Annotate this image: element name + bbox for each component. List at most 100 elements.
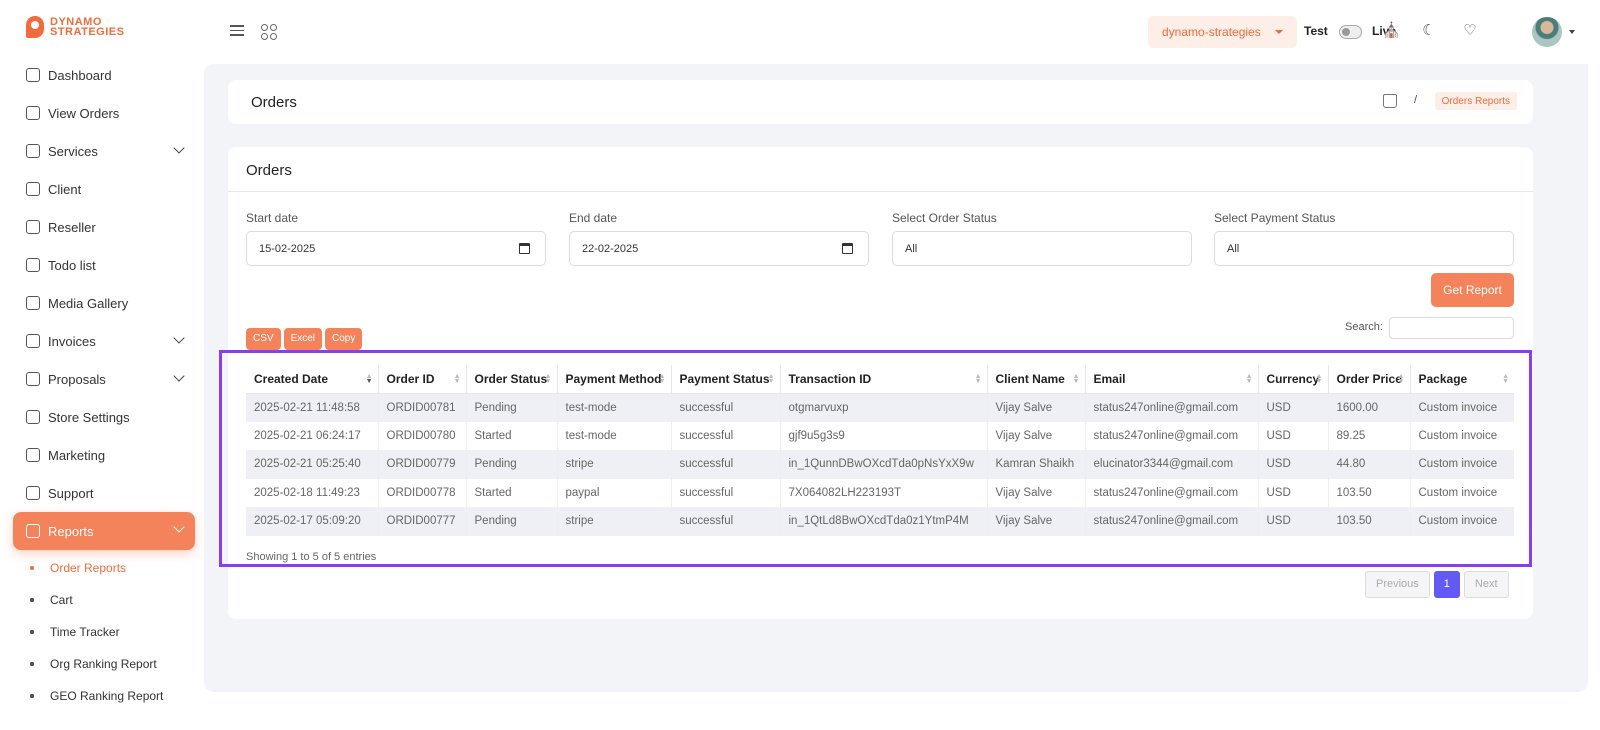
excel-button[interactable]: Excel <box>283 328 323 350</box>
subnav-item-cart[interactable]: Cart <box>30 584 163 616</box>
reseller-icon <box>26 220 40 234</box>
next-page-button[interactable]: Next <box>1463 571 1509 598</box>
subnav-item-label: Order Reports <box>50 561 127 575</box>
start-date-input[interactable]: 15-02-2025 <box>246 231 546 266</box>
subnav-item-label: GEO Ranking Report <box>50 689 164 703</box>
payment-status-value: All <box>1227 243 1240 255</box>
end-date-filter: End date 22-02-2025 <box>569 211 869 266</box>
store-icon[interactable]: ⛪ <box>1382 22 1401 40</box>
proposal-icon <box>26 372 40 386</box>
chevron-down-icon[interactable] <box>173 370 185 382</box>
start-date-value: 15-02-2025 <box>259 243 316 255</box>
table-highlight-box <box>219 350 1532 567</box>
payment-status-label: Select Payment Status <box>1214 211 1336 225</box>
pagination: Previous 1 Next <box>1365 571 1509 598</box>
sidebar-item-marketing[interactable]: Marketing <box>13 436 195 474</box>
page-header: Orders / Orders Reports <box>228 80 1533 124</box>
sidebar-item-client[interactable]: Client <box>13 170 195 208</box>
bullet-icon <box>30 662 34 666</box>
sidebar-item-label: Todo list <box>48 257 96 273</box>
previous-page-button[interactable]: Previous <box>1365 571 1430 598</box>
sidebar-item-invoices[interactable]: Invoices <box>13 322 195 360</box>
todo-icon <box>26 258 40 272</box>
payment-status-select[interactable]: All <box>1214 231 1514 266</box>
caret-down-icon <box>1275 30 1283 34</box>
bullet-icon <box>30 598 34 602</box>
page-title: Orders <box>251 94 297 111</box>
sidebar-item-label: Media Gallery <box>48 295 129 311</box>
brand-line2: STRATEGIES <box>50 26 125 38</box>
basket-icon <box>26 106 40 120</box>
notification-icon[interactable]: ♡ <box>1461 22 1479 40</box>
sidebar-item-media-gallery[interactable]: Media Gallery <box>13 284 195 322</box>
sidebar-item-services[interactable]: Services <box>13 132 195 170</box>
dark-mode-icon[interactable]: ☾ <box>1420 22 1438 40</box>
sidebar-item-label: Invoices <box>48 333 96 349</box>
card-title: Orders <box>246 162 292 179</box>
sidebar-item-reseller[interactable]: Reseller <box>13 208 195 246</box>
report-icon <box>26 524 40 538</box>
sidebar-item-dashboard[interactable]: Dashboard <box>13 56 195 94</box>
chevron-down-icon[interactable] <box>173 142 185 154</box>
search-label: Search: <box>1345 321 1383 333</box>
end-date-input[interactable]: 22-02-2025 <box>569 231 869 266</box>
chevron-down-icon[interactable] <box>173 332 185 344</box>
mode-test-label: Test <box>1304 24 1328 38</box>
subnav-item-label: Time Tracker <box>50 625 120 639</box>
subnav-item-time-tracker[interactable]: Time Tracker <box>30 616 163 648</box>
avatar-caret-icon[interactable] <box>1569 30 1575 34</box>
sidebar-item-label: Marketing <box>48 447 106 463</box>
sidebar-nav: Dashboard View Orders Services Client Resell… <box>13 56 195 550</box>
sidebar-item-store-settings[interactable]: Store Settings <box>13 398 195 436</box>
breadcrumb-current: Orders Reports <box>1434 92 1517 110</box>
menu-toggle-icon[interactable] <box>230 25 244 39</box>
export-buttons: CSV Excel Copy <box>246 328 363 350</box>
sidebar-item-label: Store Settings <box>48 409 130 425</box>
gallery-icon <box>26 296 40 310</box>
sidebar-item-reports[interactable]: Reports <box>13 512 195 550</box>
sidebar-item-label: Proposals <box>48 371 106 387</box>
calendar-icon[interactable] <box>842 243 853 254</box>
top-bar: dynamo-strategies Test Live ⛪ ☾ ♡ <box>208 0 1600 64</box>
divider <box>228 191 1533 192</box>
sidebar-item-todo-list[interactable]: Todo list <box>13 246 195 284</box>
subnav-item-org-ranking-report[interactable]: Org Ranking Report <box>30 648 163 680</box>
sidebar-item-view-orders[interactable]: View Orders <box>13 94 195 132</box>
get-report-button[interactable]: Get Report <box>1431 273 1514 307</box>
services-icon <box>26 144 40 158</box>
sidebar-item-proposals[interactable]: Proposals <box>13 360 195 398</box>
sidebar: DYNAMO STRATEGIES Dashboard View Orders Se… <box>0 0 208 730</box>
order-status-label: Select Order Status <box>892 211 997 225</box>
dashboard-icon <box>26 68 40 82</box>
apps-grid-icon[interactable] <box>261 24 277 40</box>
subnav-item-label: Cart <box>50 593 73 607</box>
user-avatar[interactable] <box>1532 17 1562 47</box>
start-date-label: Start date <box>246 211 299 225</box>
sidebar-item-label: Client <box>48 181 82 197</box>
home-icon[interactable] <box>1383 94 1397 108</box>
subnav-item-geo-ranking-report[interactable]: GEO Ranking Report <box>30 680 163 712</box>
test-live-toggle[interactable] <box>1339 25 1362 39</box>
search-input[interactable] <box>1389 317 1514 339</box>
store-selector-value: dynamo-strategies <box>1162 25 1261 39</box>
chevron-down-icon[interactable] <box>173 521 185 533</box>
brand-logo[interactable]: DYNAMO STRATEGIES <box>26 16 124 38</box>
sidebar-item-label: Reseller <box>48 219 96 235</box>
page-1-button[interactable]: 1 <box>1433 571 1460 598</box>
order-status-select[interactable]: All <box>892 231 1192 266</box>
calendar-icon[interactable] <box>519 243 530 254</box>
bullet-icon <box>30 694 34 698</box>
megaphone-icon <box>26 448 40 462</box>
sidebar-item-label: Dashboard <box>48 67 112 83</box>
sidebar-item-label: View Orders <box>48 105 120 121</box>
sidebar-item-support[interactable]: Support <box>13 474 195 512</box>
copy-button[interactable]: Copy <box>325 328 363 350</box>
end-date-label: End date <box>569 211 618 225</box>
csv-button[interactable]: CSV <box>246 328 281 350</box>
order-status-filter: Select Order Status All <box>892 211 1192 266</box>
invoice-icon <box>26 334 40 348</box>
bullet-icon <box>30 566 34 570</box>
store-selector[interactable]: dynamo-strategies <box>1148 16 1297 48</box>
end-date-value: 22-02-2025 <box>582 243 639 255</box>
subnav-item-order-reports[interactable]: Order Reports <box>30 552 163 584</box>
